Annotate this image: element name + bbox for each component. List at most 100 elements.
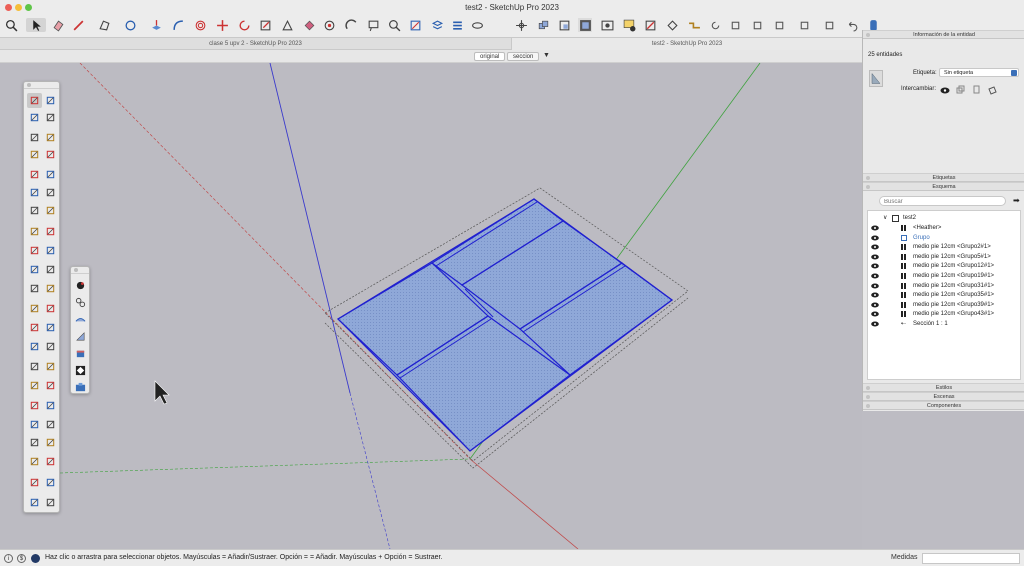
two-point-arc-icon[interactable] bbox=[43, 203, 58, 218]
tags-panel-header[interactable]: Etiquetas bbox=[863, 173, 1024, 182]
text-icon[interactable] bbox=[43, 339, 58, 354]
move-alt-icon[interactable] bbox=[43, 262, 58, 277]
view-top-icon[interactable] bbox=[750, 18, 764, 32]
offset-icon[interactable] bbox=[27, 301, 42, 316]
axes-icon[interactable] bbox=[27, 359, 42, 374]
section-cuts-icon[interactable] bbox=[665, 18, 679, 32]
palette-header[interactable] bbox=[71, 267, 89, 274]
scene-tab-seccion[interactable]: seccion bbox=[507, 52, 540, 61]
sandbox-scratch-icon[interactable] bbox=[73, 295, 88, 310]
palette-close-icon[interactable] bbox=[74, 268, 78, 272]
panel-collapse-icon[interactable] bbox=[866, 395, 870, 399]
section-plane-icon[interactable] bbox=[43, 454, 58, 469]
zoom-icon[interactable] bbox=[27, 398, 42, 413]
lock-icon[interactable] bbox=[988, 86, 997, 95]
palette-close-icon[interactable] bbox=[27, 83, 31, 87]
entity-info-header[interactable]: Información de la entidad bbox=[863, 30, 1024, 39]
previous-icon[interactable] bbox=[43, 417, 58, 432]
smoove-icon[interactable] bbox=[73, 312, 88, 327]
view-iso-icon[interactable] bbox=[728, 18, 742, 32]
visibility-eye-icon[interactable] bbox=[940, 87, 950, 94]
view-right-icon[interactable] bbox=[797, 18, 811, 32]
expand-chevron-icon[interactable]: ∨ bbox=[883, 213, 887, 223]
orbit-icon[interactable] bbox=[344, 18, 358, 32]
panel-collapse-icon[interactable] bbox=[866, 176, 870, 180]
polygon-icon[interactable] bbox=[97, 18, 111, 32]
offset-icon[interactable] bbox=[193, 18, 207, 32]
measurements-input[interactable] bbox=[922, 553, 1020, 564]
outliner-item[interactable]: medio pie 12cm <Grupo31#1> bbox=[868, 281, 1020, 291]
sandbox-icon[interactable] bbox=[687, 18, 701, 32]
receive-shadows-icon[interactable] bbox=[972, 85, 981, 94]
visibility-eye-icon[interactable] bbox=[871, 302, 879, 308]
stamp-icon[interactable] bbox=[73, 329, 88, 344]
solid-subtract-icon[interactable] bbox=[557, 18, 571, 32]
select-icon[interactable] bbox=[27, 93, 42, 108]
credits-icon[interactable]: $ bbox=[17, 554, 26, 563]
layers-icon[interactable] bbox=[27, 495, 42, 510]
scenes-menu-icon[interactable]: ▼ bbox=[543, 52, 550, 59]
components-panel-header[interactable]: Componentes bbox=[863, 401, 1024, 410]
visibility-eye-icon[interactable] bbox=[871, 263, 879, 269]
push-pull-icon[interactable] bbox=[149, 18, 163, 32]
zoom-extents-icon[interactable] bbox=[27, 417, 42, 432]
tab-clase5[interactable]: clase 5 upv 2 - SketchUp Pro 2023 bbox=[0, 38, 512, 50]
paint-bucket-icon[interactable] bbox=[302, 18, 316, 32]
three-point-arc-icon[interactable] bbox=[27, 224, 42, 239]
flip-edge-icon[interactable] bbox=[73, 380, 88, 395]
layers-icon[interactable] bbox=[430, 18, 444, 32]
pan-icon[interactable] bbox=[43, 378, 58, 393]
polygon-icon[interactable] bbox=[43, 185, 58, 200]
eraser-icon[interactable] bbox=[51, 18, 65, 32]
visibility-eye-icon[interactable] bbox=[871, 244, 879, 250]
scene-tab-original[interactable]: original bbox=[474, 52, 506, 61]
sandbox-from-contours-icon[interactable] bbox=[73, 278, 88, 293]
palette-header[interactable] bbox=[24, 82, 59, 89]
outliner-item[interactable]: medio pie 12cm <Grupo5#1> bbox=[868, 252, 1020, 262]
stack-icon[interactable] bbox=[43, 495, 58, 510]
tape-measure-icon[interactable] bbox=[280, 18, 294, 32]
outliner-item[interactable]: medio pie 12cm <Grupo12#1> bbox=[868, 261, 1020, 271]
outliner-item[interactable]: <Heather> bbox=[868, 223, 1020, 233]
look-around-icon[interactable] bbox=[43, 435, 58, 450]
scale-icon[interactable] bbox=[258, 18, 272, 32]
outliner-root[interactable]: ∨ test2 bbox=[868, 213, 1020, 223]
3d-text-icon[interactable] bbox=[43, 359, 58, 374]
rotate-icon[interactable] bbox=[27, 281, 42, 296]
panel-collapse-icon[interactable] bbox=[866, 33, 870, 37]
line-icon[interactable] bbox=[27, 147, 42, 162]
rotate-icon[interactable] bbox=[237, 18, 251, 32]
view-front-icon[interactable] bbox=[772, 18, 786, 32]
scenes-panel-header[interactable]: Escenas bbox=[863, 392, 1024, 401]
orbit-icon[interactable] bbox=[27, 378, 42, 393]
text-tool-icon[interactable] bbox=[322, 18, 336, 32]
panel-collapse-icon[interactable] bbox=[866, 404, 870, 408]
visibility-eye-icon[interactable] bbox=[871, 321, 879, 327]
move-icon[interactable] bbox=[215, 18, 229, 32]
dimension-icon[interactable] bbox=[43, 320, 58, 335]
outliner-item[interactable]: medio pie 12cm <Grupo43#1> bbox=[868, 309, 1020, 319]
tag-icon[interactable] bbox=[27, 130, 42, 145]
add-detail-icon[interactable] bbox=[73, 363, 88, 378]
visibility-eye-icon[interactable] bbox=[871, 225, 879, 231]
visibility-eye-icon[interactable] bbox=[871, 235, 879, 241]
pencil-icon[interactable] bbox=[71, 18, 85, 32]
visibility-eye-icon[interactable] bbox=[871, 283, 879, 289]
freehand-icon[interactable] bbox=[43, 147, 58, 162]
visibility-eye-icon[interactable] bbox=[871, 311, 879, 317]
shadow-info-icon[interactable] bbox=[622, 18, 636, 32]
geolocation-icon[interactable]: i bbox=[4, 554, 13, 563]
stack-icon[interactable] bbox=[450, 18, 464, 32]
rectangle-icon[interactable] bbox=[27, 167, 42, 182]
outliner-item[interactable]: medio pie 12cm <Grupo35#1> bbox=[868, 290, 1020, 300]
drawing-viewport[interactable] bbox=[0, 63, 862, 549]
eraser-icon[interactable] bbox=[43, 110, 58, 125]
outliner-item[interactable]: Grupo bbox=[868, 233, 1020, 243]
tag-select[interactable]: Sin etiqueta bbox=[939, 68, 1019, 77]
protractor-icon[interactable] bbox=[27, 339, 42, 354]
outliner-header[interactable]: Esquema bbox=[863, 182, 1024, 191]
component-icon[interactable] bbox=[43, 93, 58, 108]
visibility-eye-icon[interactable] bbox=[871, 254, 879, 260]
view-back-icon[interactable] bbox=[822, 18, 836, 32]
ellipse-tool-icon[interactable] bbox=[470, 18, 484, 32]
